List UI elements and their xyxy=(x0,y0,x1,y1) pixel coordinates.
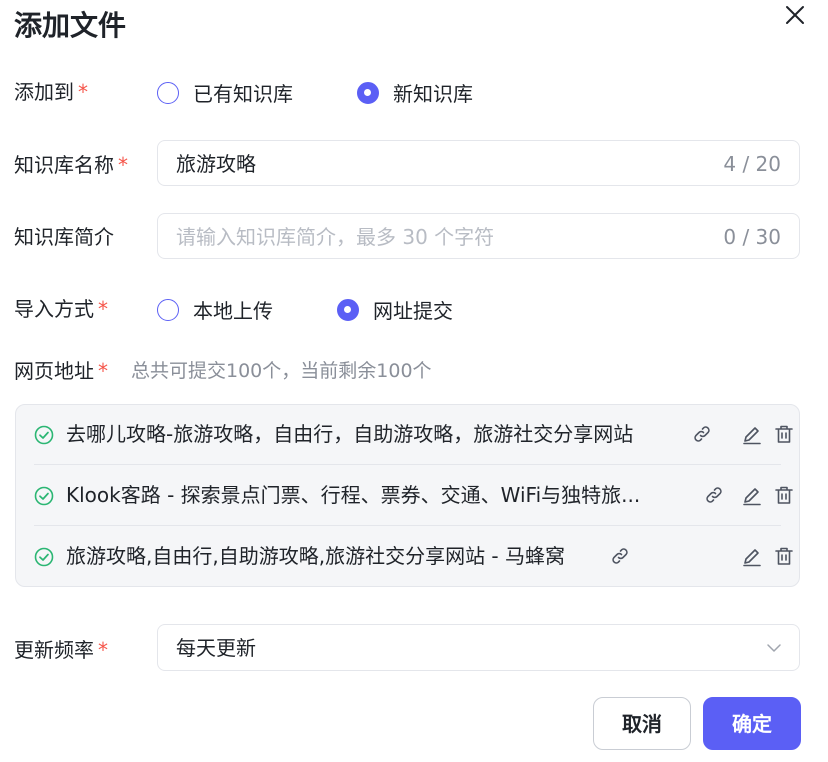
kb-intro-label: 知识库简介 xyxy=(14,225,114,249)
radio-circle[interactable] xyxy=(157,81,179,104)
kb-name-value: 旅游攻略 xyxy=(176,152,256,176)
kb-name-input[interactable]: 旅游攻略 4 / 20 xyxy=(157,140,800,186)
url-list: 去哪儿攻略-旅游攻略，自由行，自助游攻略，旅游社交分享网站 Klook客路 - … xyxy=(15,404,800,587)
cancel-button[interactable]: 取消 xyxy=(593,697,691,750)
url-title: 旅游攻略,自由行,自助游攻略,旅游社交分享网站 - 马蜂窝 xyxy=(66,544,566,568)
edit-icon[interactable] xyxy=(741,423,763,445)
trash-icon[interactable] xyxy=(773,484,795,506)
update-freq-label: 更新频率 * xyxy=(14,638,108,662)
trash-icon[interactable] xyxy=(773,423,795,445)
required-mark: * xyxy=(98,638,108,662)
radio-circle-checked[interactable] xyxy=(337,298,359,321)
url-title: 去哪儿攻略-旅游攻略，自由行，自助游攻略，旅游社交分享网站 xyxy=(66,422,634,446)
required-mark: * xyxy=(78,80,88,104)
kb-intro-char-count: 0 / 30 xyxy=(723,225,781,249)
required-mark: * xyxy=(98,297,108,321)
kb-intro-input[interactable]: 请输入知识库简介，最多 30 个字符 0 / 30 xyxy=(157,213,800,259)
radio-existing-kb[interactable]: 已有知识库 xyxy=(157,78,293,107)
import-method-label: 导入方式 * xyxy=(14,297,108,321)
url-list-item: 去哪儿攻略-旅游攻略，自由行，自助游攻略，旅游社交分享网站 xyxy=(34,405,793,465)
add-to-label: 添加到 * xyxy=(14,80,88,104)
trash-icon[interactable] xyxy=(773,545,795,567)
kb-name-char-count: 4 / 20 xyxy=(723,152,781,176)
radio-local-upload[interactable]: 本地上传 xyxy=(157,295,273,324)
check-circle-icon xyxy=(34,547,54,567)
update-freq-value: 每天更新 xyxy=(176,636,256,660)
radio-url-submit[interactable]: 网址提交 xyxy=(337,295,453,324)
url-list-item: Klook客路 - 探索景点门票、行程、票券、交通、WiFi与独特旅... xyxy=(34,466,793,526)
web-url-hint: 总共可提交100个，当前剩余100个 xyxy=(131,360,432,382)
kb-intro-placeholder: 请输入知识库简介，最多 30 个字符 xyxy=(176,225,495,249)
url-list-item: 旅游攻略,自由行,自助游攻略,旅游社交分享网站 - 马蜂窝 xyxy=(34,527,793,587)
link-icon[interactable] xyxy=(703,484,725,506)
edit-icon[interactable] xyxy=(741,545,763,567)
update-freq-select[interactable]: 每天更新 xyxy=(157,624,800,671)
edit-icon[interactable] xyxy=(741,484,763,506)
radio-new-kb[interactable]: 新知识库 xyxy=(357,78,473,107)
radio-circle[interactable] xyxy=(157,298,179,321)
kb-name-label: 知识库名称 * xyxy=(14,153,128,177)
required-mark: * xyxy=(98,359,108,383)
close-icon[interactable] xyxy=(782,2,808,28)
divider xyxy=(34,464,781,465)
link-icon[interactable] xyxy=(609,545,631,567)
check-circle-icon xyxy=(34,425,54,445)
dialog-title: 添加文件 xyxy=(14,9,127,42)
confirm-button[interactable]: 确定 xyxy=(703,697,801,750)
check-circle-icon xyxy=(34,486,54,506)
url-title: Klook客路 - 探索景点门票、行程、票券、交通、WiFi与独特旅... xyxy=(66,483,641,507)
radio-circle-checked[interactable] xyxy=(357,81,379,104)
required-mark: * xyxy=(118,153,128,177)
link-icon[interactable] xyxy=(691,423,713,445)
chevron-down-icon xyxy=(767,644,781,652)
web-url-label: 网页地址 * xyxy=(14,359,108,383)
divider xyxy=(34,525,781,526)
